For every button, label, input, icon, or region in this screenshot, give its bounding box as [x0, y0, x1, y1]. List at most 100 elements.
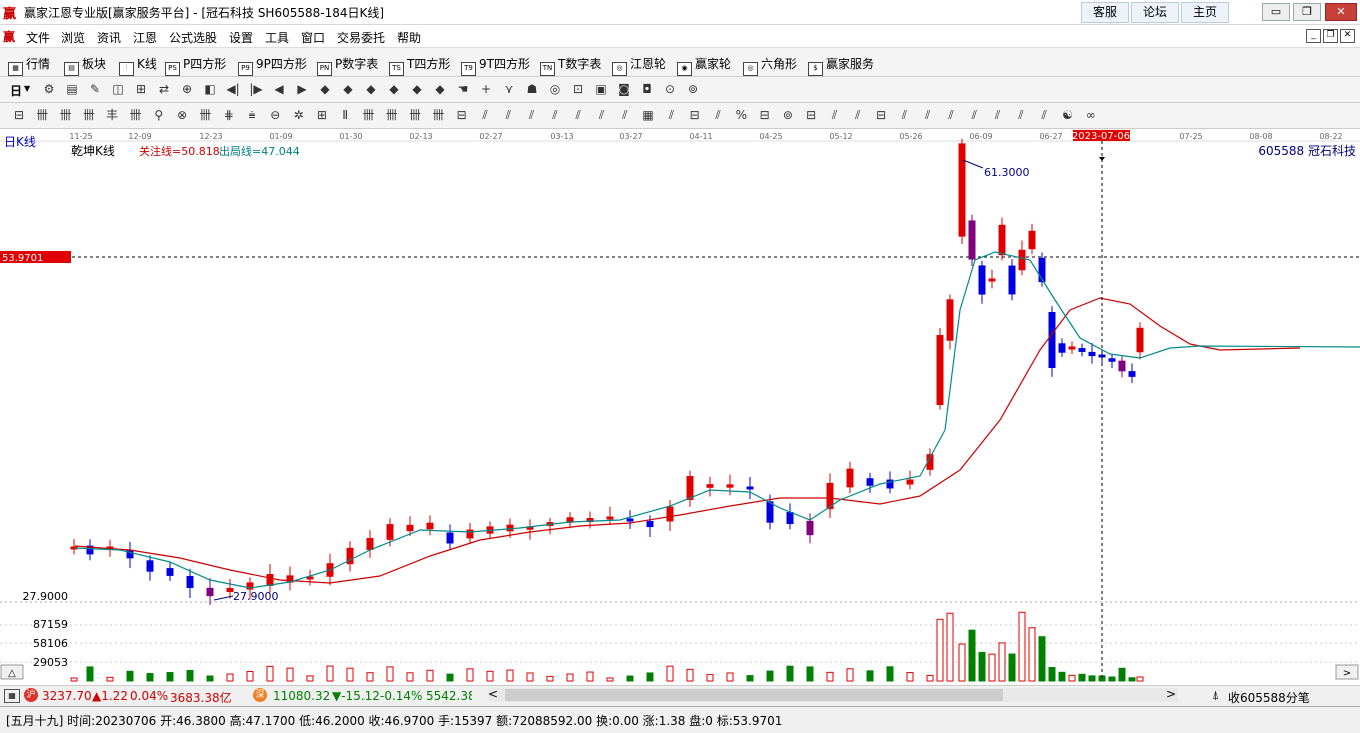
nav-sectors[interactable]: ▤ 板块 [64, 55, 106, 76]
scroll-left-icon[interactable]: < [488, 687, 498, 701]
toolbar-tool-icon[interactable]: ⋎ [502, 82, 516, 96]
kline-chart[interactable]: 11-25 12-09 12-23 01-09 01-30 02-13 02-27 03-13… [0, 130, 1360, 684]
toolbar-tool-icon[interactable]: ☚ [456, 82, 470, 96]
toolbar-tool-icon[interactable]: ⫽ [991, 108, 1005, 122]
nav-t-number-table[interactable]: TN T数字表 [540, 55, 601, 76]
close-button[interactable]: ✕ [1325, 3, 1357, 21]
toolbar-tool-icon[interactable]: ⫽ [897, 108, 911, 122]
toolbar-tool-icon[interactable]: ✎ [88, 82, 102, 96]
toolbar-tool-icon[interactable]: 卌 [198, 108, 212, 122]
toolbar-tool-icon[interactable]: ☗ [525, 82, 539, 96]
toolbar-tool-icon[interactable]: ⇄ [157, 82, 171, 96]
tick-label[interactable]: 收605588分笔 [1228, 689, 1310, 706]
toolbar-tool-icon[interactable]: ⫽ [851, 108, 865, 122]
toolbar-tool-icon[interactable]: 卌 [59, 108, 73, 122]
toolbar-tool-icon[interactable]: ▦ [641, 108, 655, 122]
toolbar-tool-icon[interactable]: ◫ [111, 82, 125, 96]
nav-9p-square[interactable]: P9 9P四方形 [238, 55, 307, 76]
menu-help[interactable]: 帮助 [397, 29, 421, 46]
toolbar-tool-icon[interactable]: ⊕ [180, 82, 194, 96]
mdi-minimize-button[interactable]: _ [1306, 29, 1321, 43]
toolbar-tool-icon[interactable]: ∞ [1084, 108, 1098, 122]
toolbar-tool-icon[interactable]: ◀ [272, 82, 286, 96]
toolbar-tool-icon[interactable]: ▶ [295, 82, 309, 96]
toolbar-tool-icon[interactable]: ✲ [292, 108, 306, 122]
chart-canvas[interactable]: 11-25 12-09 12-23 01-09 01-30 02-13 02-27 03-13… [0, 130, 1360, 684]
toolbar-tool-icon[interactable]: ⫽ [711, 108, 725, 122]
toolbar-tool-icon[interactable]: ⊡ [571, 82, 585, 96]
nav-t-square[interactable]: TS T四方形 [389, 55, 450, 76]
toolbar-tool-icon[interactable]: ⊗ [175, 108, 189, 122]
toolbar-tool-icon[interactable]: 卌 [362, 108, 376, 122]
toolbar-tool-icon[interactable]: 丰 [105, 108, 119, 122]
homepage-link[interactable]: 主页 [1181, 2, 1229, 23]
toolbar-tool-icon[interactable]: ⫽ [921, 108, 935, 122]
nav-quotes[interactable]: ▦ 行情 [8, 55, 50, 76]
restore-button[interactable]: ❐ [1293, 3, 1321, 21]
toolbar-tool-icon[interactable]: ⊖ [268, 108, 282, 122]
forum-link[interactable]: 论坛 [1131, 2, 1179, 23]
toolbar-tool-icon[interactable]: ⫽ [548, 108, 562, 122]
menu-trade[interactable]: 交易委托 [337, 29, 385, 46]
nav-winner-wheel[interactable]: ◉ 赢家轮 [677, 55, 731, 76]
toolbar-tool-icon[interactable]: ⫽ [967, 108, 981, 122]
toolbar-tool-icon[interactable]: % [734, 108, 748, 122]
toolbar-tool-icon[interactable]: ⫽ [828, 108, 842, 122]
toolbar-tool-icon[interactable]: ⫽ [595, 108, 609, 122]
toolbar-tool-icon[interactable]: 卌 [35, 108, 49, 122]
toolbar-tool-icon[interactable]: ⋕ [222, 108, 236, 122]
toolbar-tool-icon[interactable]: ☯ [1061, 108, 1075, 122]
minimize-button[interactable]: ▭ [1262, 3, 1290, 21]
nav-gann-wheel[interactable]: ◎ 江恩轮 [612, 55, 666, 76]
menu-window[interactable]: 窗口 [301, 29, 325, 46]
toolbar-tool-icon[interactable]: ◆ [341, 82, 355, 96]
toolbar-tool-icon[interactable]: ⫽ [664, 108, 678, 122]
toolbar-tool-icon[interactable]: 卌 [408, 108, 422, 122]
toolbar-tool-icon[interactable]: ⫽ [618, 108, 632, 122]
toolbar-tool-icon[interactable]: ⊞ [134, 82, 148, 96]
toolbar-tool-icon[interactable]: ⊟ [758, 108, 772, 122]
nav-p-square[interactable]: PS P四方形 [165, 55, 226, 76]
toolbar-tool-icon[interactable]: 卌 [82, 108, 96, 122]
toolbar-tool-icon[interactable]: ⊚ [686, 82, 700, 96]
toolbar-tool-icon[interactable]: ◆ [364, 82, 378, 96]
toolbar-tool-icon[interactable]: ◀| [226, 82, 240, 96]
menu-gann[interactable]: 江恩 [133, 29, 157, 46]
period-dropdown[interactable]: 日 [10, 82, 22, 99]
toolbar-tool-icon[interactable]: ◆ [387, 82, 401, 96]
nav-p-number-table[interactable]: PN P数字表 [317, 55, 378, 76]
toolbar-tool-icon[interactable]: ◘ [640, 82, 654, 96]
toolbar-tool-icon[interactable]: 卌 [129, 108, 143, 122]
toolbar-tool-icon[interactable]: ⊟ [874, 108, 888, 122]
toolbar-tool-icon[interactable]: ◎ [548, 82, 562, 96]
nav-winner-service[interactable]: $ 赢家服务 [808, 55, 874, 76]
mdi-restore-button[interactable]: ❐ [1323, 29, 1338, 43]
toolbar-tool-icon[interactable]: ◆ [318, 82, 332, 96]
toolbar-tool-icon[interactable]: ⫽ [478, 108, 492, 122]
toolbar-tool-icon[interactable]: ⚲ [152, 108, 166, 122]
menu-news[interactable]: 资讯 [97, 29, 121, 46]
toolbar-tool-icon[interactable]: ◆ [410, 82, 424, 96]
scrollbar-thumb[interactable] [505, 689, 1003, 701]
toolbar-tool-icon[interactable]: ⫽ [501, 108, 515, 122]
toolbar-tool-icon[interactable]: 卌 [385, 108, 399, 122]
menu-browse[interactable]: 浏览 [61, 29, 85, 46]
nav-hexagon[interactable]: ◎ 六角形 [743, 55, 797, 76]
toolbar-tool-icon[interactable]: ⊟ [804, 108, 818, 122]
toolbar-tool-icon[interactable]: ⫽ [1037, 108, 1051, 122]
toolbar-tool-icon[interactable]: ▣ [594, 82, 608, 96]
toolbar-tool-icon[interactable]: ⊞ [315, 108, 329, 122]
toolbar-tool-icon[interactable]: ◆ [433, 82, 447, 96]
toolbar-tool-icon[interactable]: ⊙ [663, 82, 677, 96]
menu-settings[interactable]: 设置 [229, 29, 253, 46]
nav-9t-square[interactable]: T9 9T四方形 [461, 55, 530, 76]
toolbar-tool-icon[interactable]: |▶ [249, 82, 263, 96]
grid-icon[interactable]: ▦ [4, 689, 20, 703]
menu-tools[interactable]: 工具 [265, 29, 289, 46]
toolbar-tool-icon[interactable]: ⫽ [525, 108, 539, 122]
toolbar-tool-icon[interactable]: ◙ [617, 82, 631, 96]
toolbar-tool-icon[interactable]: Ⅱ [338, 108, 352, 122]
toolbar-tool-icon[interactable]: ⫽ [571, 108, 585, 122]
toolbar-tool-icon[interactable]: ⊟ [12, 108, 26, 122]
toolbar-tool-icon[interactable]: 卌 [431, 108, 445, 122]
